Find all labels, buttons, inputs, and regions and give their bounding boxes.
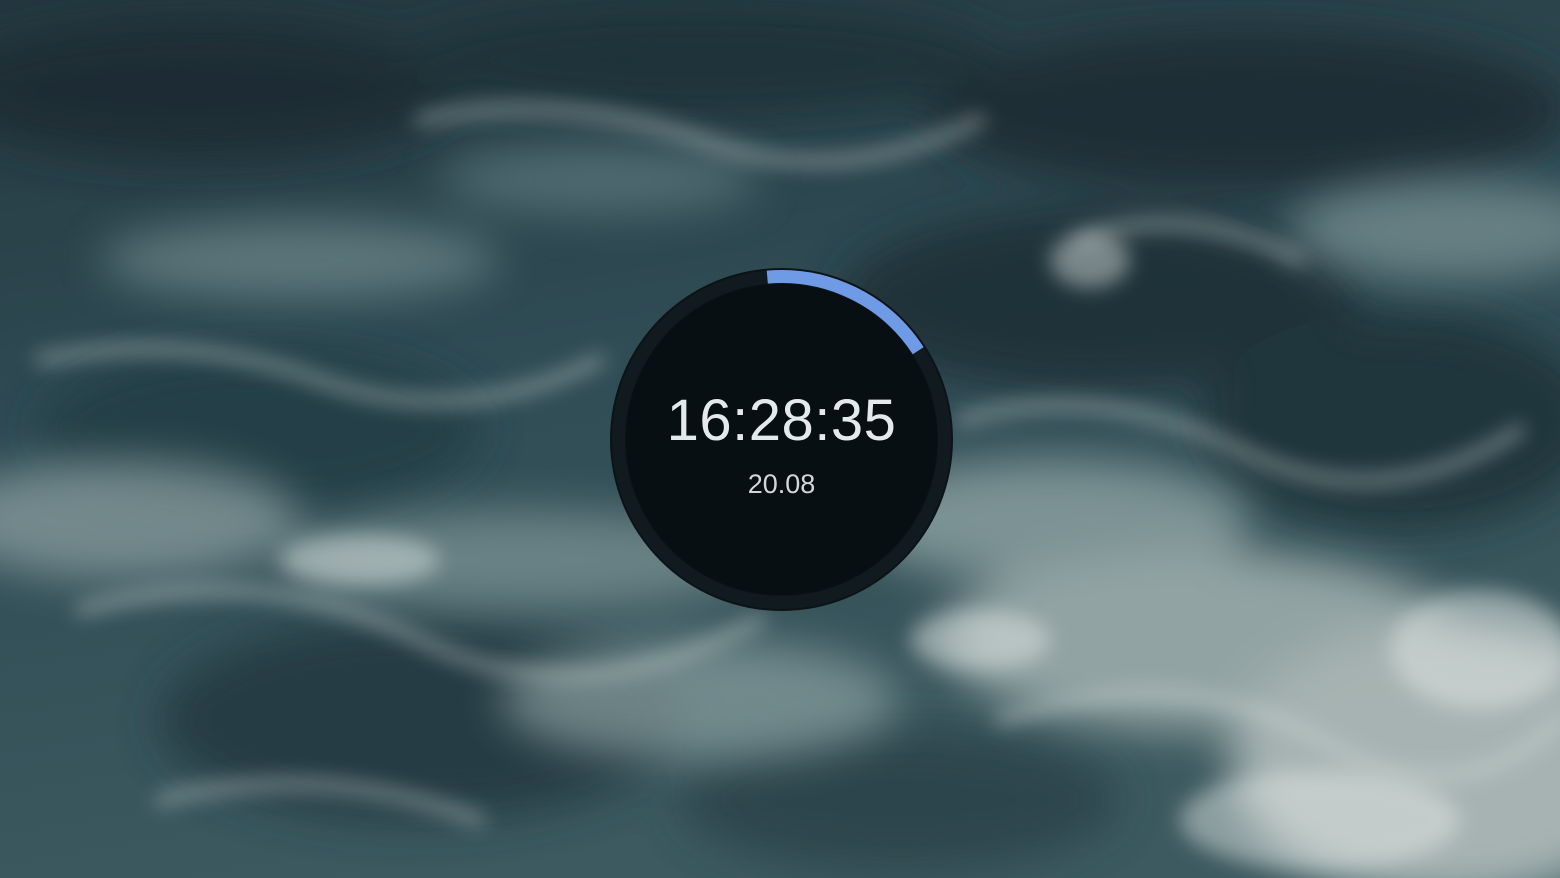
clock-time: 16:28:35 bbox=[666, 388, 897, 453]
desktop: 16:28:35 20.08 bbox=[0, 0, 1560, 878]
clock-widget[interactable]: 16:28:35 20.08 bbox=[610, 268, 953, 611]
clock-date: 20.08 bbox=[747, 469, 816, 499]
